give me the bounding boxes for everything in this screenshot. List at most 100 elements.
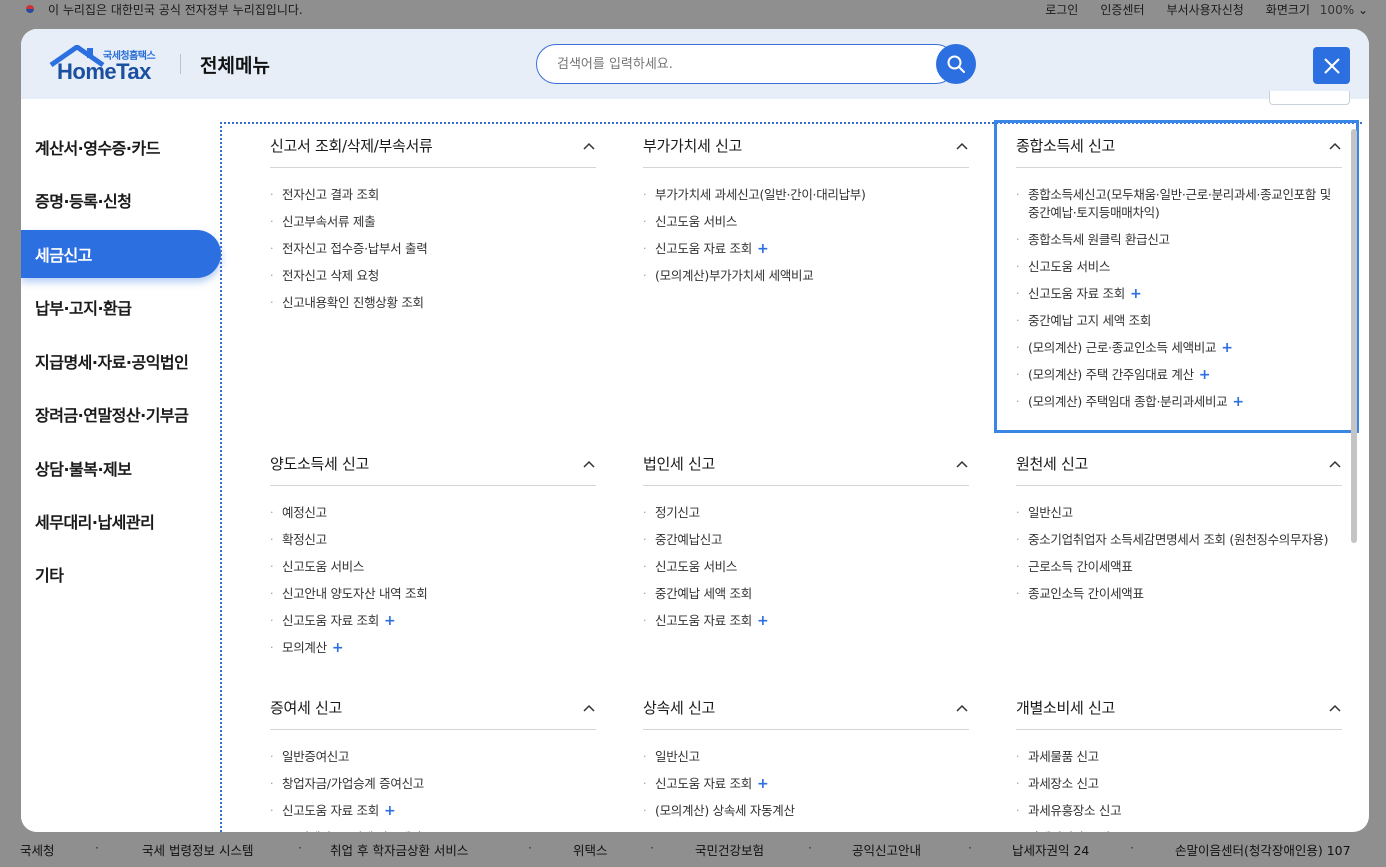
footer-link[interactable]: 국세청 <box>20 840 55 859</box>
menu-link[interactable]: · 중간예납신고 <box>643 531 969 549</box>
menu-link[interactable]: · 일반증여신고 <box>270 748 596 766</box>
menu-link[interactable]: · 신고도움 자료 조회 + <box>643 612 969 630</box>
menu-link[interactable]: · 전자신고 삭제 요청 <box>270 267 596 285</box>
menu-link[interactable]: · (모의계산)부가가치세 세액비교 <box>643 267 969 285</box>
sidebar-item-certificate[interactable]: 증명·등록·신청 <box>21 176 221 224</box>
plus-icon[interactable]: + <box>757 776 769 792</box>
sidebar-item-tax-filing[interactable]: 세금신고 <box>21 230 221 278</box>
plus-icon[interactable]: + <box>757 613 769 629</box>
footer-link[interactable]: 납세자권익 24 <box>1012 840 1089 859</box>
zoom-control[interactable]: 화면크기 100% ⌄ <box>1266 1 1368 18</box>
sidebar-item-consulting[interactable]: 상담·불복·제보 <box>21 444 221 492</box>
chevron-up-icon[interactable] <box>1328 701 1342 715</box>
bullet-icon: · <box>270 804 274 817</box>
section-header[interactable]: 부가가치세 신고 <box>643 124 969 168</box>
dept-user-link[interactable]: 부서사용자신청 <box>1167 1 1244 18</box>
collapse-tab[interactable] <box>1269 91 1350 105</box>
bullet-icon: · <box>643 506 647 519</box>
menu-link[interactable]: · 전자신고 접수증·납부서 출력 <box>270 240 596 258</box>
menu-link[interactable]: · 확정신고 <box>270 531 596 549</box>
menu-link[interactable]: · 부가가치세 과세신고(일반·간이·대리납부) <box>643 186 969 204</box>
footer-link[interactable]: 위택스 <box>573 840 608 859</box>
section-header[interactable]: 원천세 신고 <box>1016 442 1342 486</box>
search-input[interactable] <box>536 44 956 84</box>
section-list: · 정기신고 · 중간예납신고 · 신고도움 서비스 · 중간예납 세액 조회 · 신고도움 자료… <box>643 486 969 630</box>
plus-icon[interactable]: + <box>332 640 344 656</box>
menu-link[interactable]: · 신고부속서류 제출 <box>270 213 596 231</box>
menu-link[interactable]: · 신고도움 자료 조회 + <box>643 240 969 258</box>
menu-link-label: 전자신고 삭제 요청 <box>282 268 379 283</box>
menu-link[interactable]: · 신고도움 자료 조회 + <box>643 775 969 793</box>
section-header[interactable]: 양도소득세 신고 <box>270 442 596 486</box>
footer-separator: · <box>808 840 812 855</box>
menu-link-label: 과세장소 신고 <box>1028 776 1099 791</box>
section-title: 원천세 신고 <box>1016 455 1088 473</box>
chevron-up-icon[interactable] <box>955 701 969 715</box>
section-header[interactable]: 상속세 신고 <box>643 686 969 730</box>
footer-link[interactable]: 국세 법령정보 시스템 <box>142 840 253 859</box>
footer-link[interactable]: 취업 후 학자금상환 서비스 <box>330 840 468 859</box>
menu-link[interactable]: · 신고도움 서비스 <box>270 558 596 576</box>
menu-link[interactable]: · 종교인소득 간이세액표 <box>1016 585 1342 603</box>
menu-link[interactable]: · 창업자금/가업승계 증여신고 <box>270 775 596 793</box>
menu-link-label: 전자신고 접수증·납부서 출력 <box>282 241 428 256</box>
hometax-logo[interactable]: 국세청홈택스 HomeTax <box>47 45 187 85</box>
menu-link[interactable]: · 정기신고 <box>643 504 969 522</box>
menu-link[interactable]: · 모의계산 + <box>270 639 596 657</box>
menu-link[interactable]: · 예정신고 <box>270 504 596 522</box>
sidebar-item-statements[interactable]: 지급명세·자료·공익법인 <box>21 337 221 385</box>
section-title: 양도소득세 신고 <box>270 455 369 473</box>
close-button[interactable] <box>1313 47 1350 84</box>
chevron-up-icon[interactable] <box>955 457 969 471</box>
menu-link[interactable]: · 중간예납 세액 조회 <box>643 585 969 603</box>
menu-link[interactable]: · 과세유흥장소 신고 <box>1016 802 1342 820</box>
menu-link[interactable]: · 신고도움 서비스 <box>643 213 969 231</box>
menu-link[interactable]: · 신고도움 자료 조회 + <box>270 612 596 630</box>
scrollbar[interactable] <box>1351 129 1357 543</box>
section-header[interactable]: 증여세 신고 <box>270 686 596 730</box>
footer-link[interactable]: 국민건강보험 <box>695 840 764 859</box>
section-list: · 일반신고 · 신고도움 자료 조회 + · (모의계산) 상속세 자동계산 <box>643 730 969 820</box>
chevron-up-icon[interactable] <box>582 139 596 153</box>
footer-link[interactable]: 공익신고안내 <box>852 840 921 859</box>
footer-link[interactable]: 손말이음센터(청각장애인용) 107 <box>1175 840 1351 859</box>
menu-link[interactable]: · 신고내용확인 진행상황 조회 <box>270 294 596 312</box>
bullet-icon: · <box>270 560 274 573</box>
section-header[interactable]: 신고서 조회/삭제/부속서류 <box>270 124 596 168</box>
section-header[interactable]: 법인세 신고 <box>643 442 969 486</box>
sidebar-item-invoice[interactable]: 계산서·영수증·카드 <box>21 123 221 171</box>
menu-link[interactable]: · (모의계산) 상속세 자동계산 <box>643 802 969 820</box>
chevron-up-icon[interactable] <box>955 139 969 153</box>
sidebar-item-etc[interactable]: 기타 <box>21 550 221 598</box>
menu-link-label: 신고도움 자료 조회 <box>655 241 752 256</box>
menu-link[interactable]: · 일반신고 <box>1016 504 1342 522</box>
sidebar-item-agent[interactable]: 세무대리·납세관리 <box>21 497 221 545</box>
menu-link[interactable]: · 근로소득 간이세액표 <box>1016 558 1342 576</box>
menu-link-label: 확정신고 <box>282 532 327 547</box>
menu-link-label: 중간예납 세액 조회 <box>655 586 752 601</box>
gov-banner: 이 누리집은 대한민국 공식 전자정부 누리집입니다. 로그인 인증센터 부서사… <box>0 0 1386 18</box>
section-header[interactable]: 개별소비세 신고 <box>1016 686 1342 730</box>
search-button[interactable] <box>936 44 976 84</box>
cert-center-link[interactable]: 인증센터 <box>1100 1 1144 18</box>
sidebar-item-incentives[interactable]: 장려금·연말정산·기부금 <box>21 390 221 438</box>
menu-link[interactable]: · 신고도움 서비스 <box>643 558 969 576</box>
menu-link[interactable]: · 중소기업취업자 소득세감면명세서 조회 (원천징수의무자용) <box>1016 531 1342 549</box>
sidebar-item-payment[interactable]: 납부·고지·환급 <box>21 283 221 331</box>
menu-link-label: 정기신고 <box>655 505 700 520</box>
menu-link[interactable]: · 일반신고 <box>643 748 969 766</box>
plus-icon[interactable]: + <box>384 803 396 819</box>
menu-link[interactable]: · 전자신고 결과 조회 <box>270 186 596 204</box>
login-link[interactable]: 로그인 <box>1045 1 1078 18</box>
plus-icon[interactable]: + <box>757 241 769 257</box>
menu-link[interactable]: · 과세장소 신고 <box>1016 775 1342 793</box>
chevron-up-icon[interactable] <box>1328 457 1342 471</box>
menu-link-label: 예정신고 <box>282 505 327 520</box>
chevron-up-icon[interactable] <box>582 457 596 471</box>
chevron-up-icon[interactable] <box>582 701 596 715</box>
menu-link[interactable]: · 신고안내 양도자산 내역 조회 <box>270 585 596 603</box>
plus-icon[interactable]: + <box>384 613 396 629</box>
menu-link[interactable]: · 과세물품 신고 <box>1016 748 1342 766</box>
menu-link[interactable]: · 신고도움 자료 조회 + <box>270 802 596 820</box>
menu-link-label: (모의계산) 상속세 자동계산 <box>655 803 795 818</box>
